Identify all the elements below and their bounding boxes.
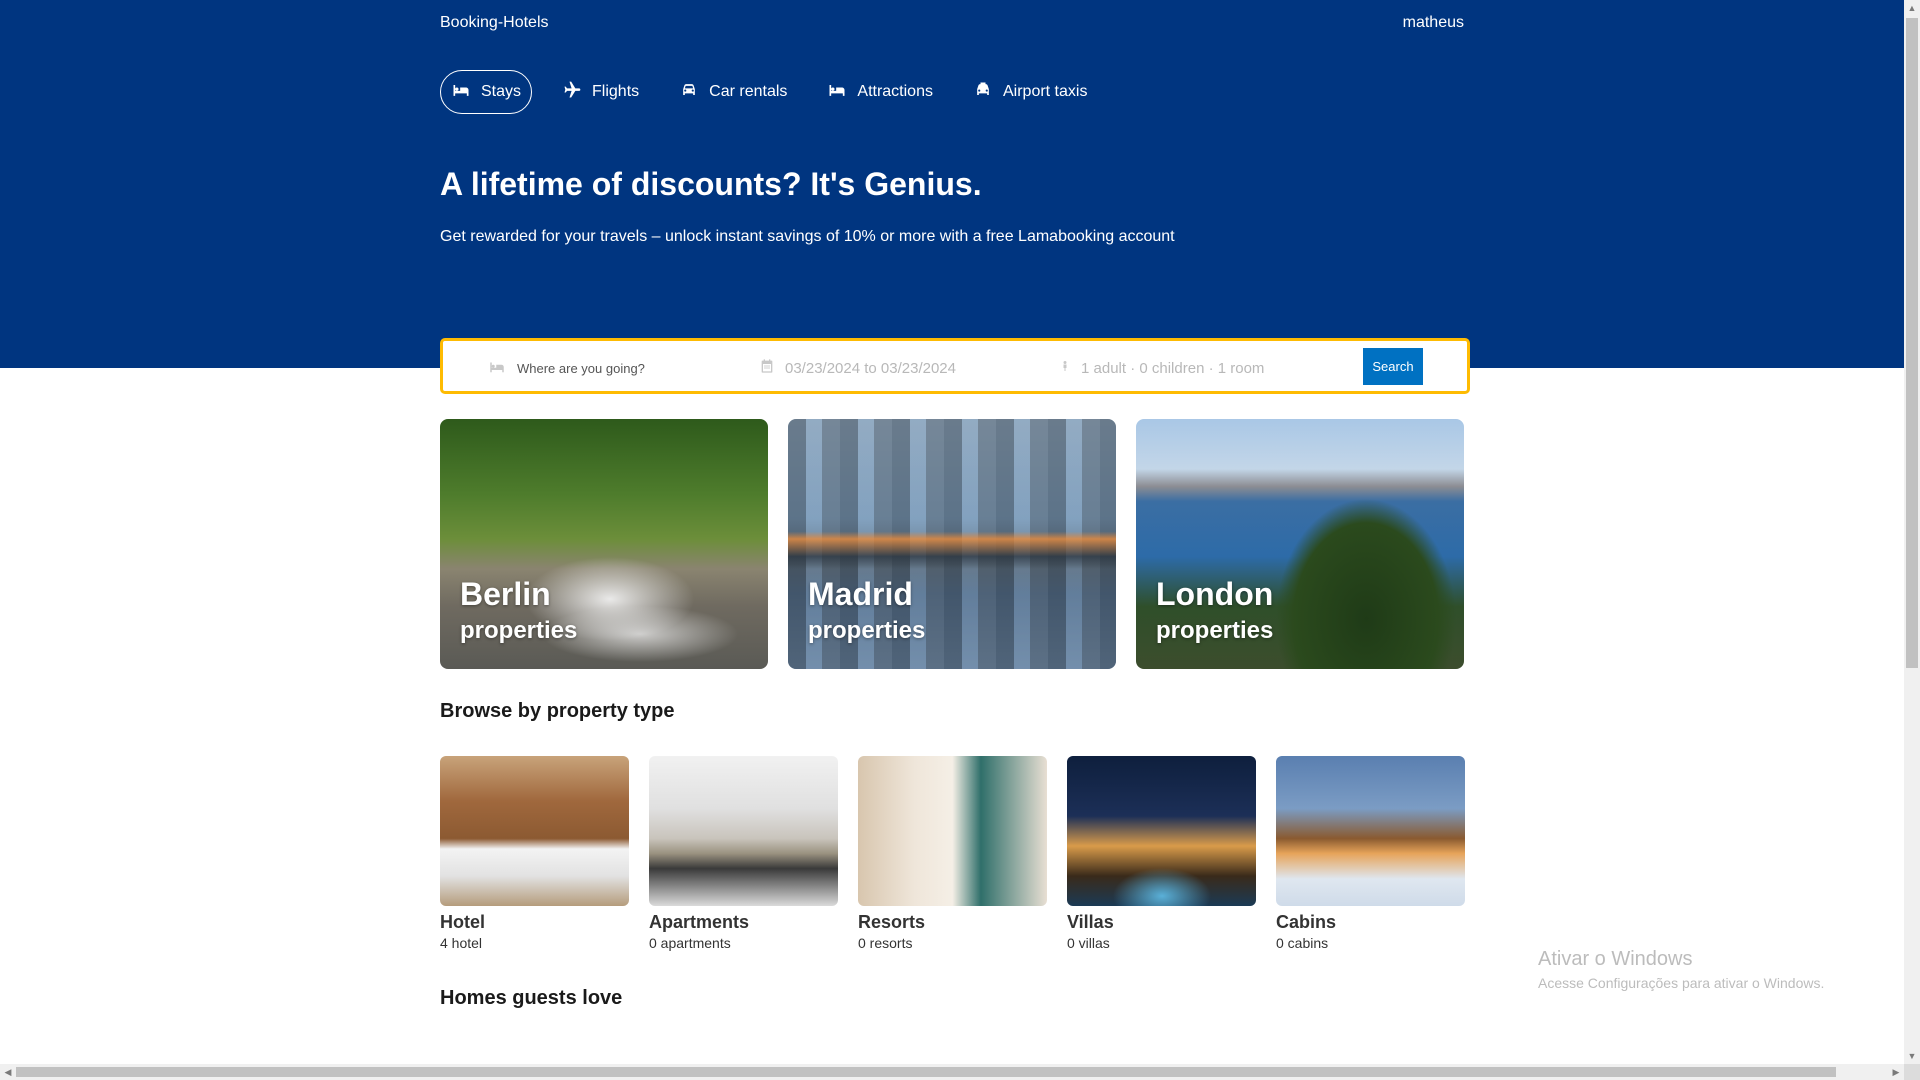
header: Booking-Hotels matheus Stays Flights Car…: [0, 0, 1904, 368]
tab-stays[interactable]: Stays: [440, 70, 533, 114]
city-name: London: [1156, 576, 1274, 612]
property-type-title: Hotel: [440, 912, 485, 932]
property-type-count: 0 villas: [1067, 935, 1110, 951]
featured-cities: Berlin properties Madrid properties Lond…: [440, 419, 1464, 669]
property-type-title: Villas: [1067, 912, 1114, 932]
featured-city-london[interactable]: London properties: [1136, 419, 1464, 669]
destination-field[interactable]: Where are you going?: [487, 358, 645, 379]
hero-subtitle: Get rewarded for your travels – unlock i…: [440, 228, 1175, 245]
property-type-count: 4 hotel: [440, 935, 483, 951]
watermark-title: Ativar o Windows: [1538, 948, 1693, 970]
featured-city-berlin[interactable]: Berlin properties: [440, 419, 768, 669]
property-types-title: Browse by property type: [440, 700, 675, 722]
property-photo: [440, 756, 629, 906]
calendar-icon: [759, 357, 775, 379]
watermark-subtitle: Acesse Configurações para ativar o Windo…: [1538, 975, 1825, 991]
scroll-right-arrow-icon[interactable]: ▶: [1888, 1064, 1904, 1080]
featured-city-madrid[interactable]: Madrid properties: [788, 419, 1116, 669]
search-bar: Where are you going? 03/23/2024 to 03/23…: [440, 338, 1470, 394]
homes-guests-love-title: Homes guests love: [440, 987, 623, 1009]
tab-car-rentals[interactable]: Car rentals: [669, 70, 797, 114]
property-types-list: Hotel 4 hotel Apartments 0 apartments Re…: [440, 756, 1465, 956]
topbar: Booking-Hotels matheus: [440, 14, 1464, 38]
city-subtitle: properties: [808, 617, 926, 644]
search-button[interactable]: Search: [1363, 348, 1423, 385]
scroll-left-arrow-icon[interactable]: ◀: [0, 1064, 16, 1080]
property-type-count: 0 cabins: [1276, 935, 1329, 951]
city-name: Madrid: [808, 576, 913, 612]
vertical-scrollbar[interactable]: ▲ ▼: [1904, 0, 1920, 1064]
person-icon: [1059, 357, 1071, 379]
tab-airport-taxis[interactable]: Airport taxis: [963, 70, 1097, 114]
property-type-villas[interactable]: Villas 0 villas: [1067, 756, 1256, 951]
plane-icon: [562, 80, 582, 105]
date-field[interactable]: 03/23/2024 to 03/23/2024: [759, 357, 956, 379]
destination-placeholder: Where are you going?: [517, 361, 645, 376]
scroll-up-arrow-icon[interactable]: ▲: [1904, 0, 1920, 16]
tab-flights[interactable]: Flights: [552, 70, 649, 114]
bed-icon: [451, 80, 471, 105]
tab-label: Attractions: [857, 83, 933, 100]
horizontal-scroll-thumb[interactable]: [16, 1067, 1836, 1077]
bed-icon: [487, 358, 507, 379]
city-subtitle: properties: [1156, 617, 1274, 644]
taxi-icon: [973, 80, 993, 105]
property-type-title: Cabins: [1276, 912, 1337, 932]
property-type-cabins[interactable]: Cabins 0 cabins: [1276, 756, 1465, 951]
page: Booking-Hotels matheus Stays Flights Car…: [0, 0, 1904, 1064]
city-caption: Madrid properties: [808, 575, 925, 649]
nav-tabs: Stays Flights Car rentals Attractions Ai…: [440, 70, 1117, 114]
property-type-count: 0 apartments: [649, 935, 731, 951]
scroll-down-arrow-icon[interactable]: ▼: [1904, 1048, 1920, 1064]
windows-activation-watermark: Ativar o Windows Acesse Configurações pa…: [1538, 948, 1824, 991]
property-type-count: 0 resorts: [858, 935, 913, 951]
tab-attractions[interactable]: Attractions: [817, 70, 943, 114]
city-name: Berlin: [460, 576, 551, 612]
tab-label: Car rentals: [709, 83, 788, 100]
tab-label: Stays: [481, 83, 522, 100]
city-caption: Berlin properties: [460, 575, 577, 649]
bed-icon: [827, 80, 847, 105]
vertical-scroll-thumb[interactable]: [1906, 18, 1918, 668]
username[interactable]: matheus: [1403, 14, 1464, 32]
city-subtitle: properties: [460, 617, 578, 644]
brand-logo[interactable]: Booking-Hotels: [440, 14, 549, 32]
property-type-title: Resorts: [858, 912, 926, 932]
property-type-resorts[interactable]: Resorts 0 resorts: [858, 756, 1047, 951]
date-range: 03/23/2024 to 03/23/2024: [785, 359, 956, 377]
city-caption: London properties: [1156, 575, 1273, 649]
property-photo: [649, 756, 838, 906]
guests-summary: 1 adult · 0 children · 1 room: [1081, 359, 1265, 377]
hero-title: A lifetime of discounts? It's Genius.: [440, 166, 982, 202]
property-photo: [1276, 756, 1465, 906]
guests-field[interactable]: 1 adult · 0 children · 1 room: [1059, 357, 1264, 379]
tab-label: Airport taxis: [1002, 83, 1088, 100]
car-icon: [679, 80, 699, 105]
scrollbar-corner: [1904, 1064, 1920, 1080]
property-type-hotel[interactable]: Hotel 4 hotel: [440, 756, 629, 951]
horizontal-scrollbar[interactable]: ◀ ▶: [0, 1064, 1904, 1080]
tab-label: Flights: [592, 83, 640, 100]
property-type-title: Apartments: [649, 912, 750, 932]
property-photo: [858, 756, 1047, 906]
property-photo: [1067, 756, 1256, 906]
property-type-apartments[interactable]: Apartments 0 apartments: [649, 756, 838, 951]
